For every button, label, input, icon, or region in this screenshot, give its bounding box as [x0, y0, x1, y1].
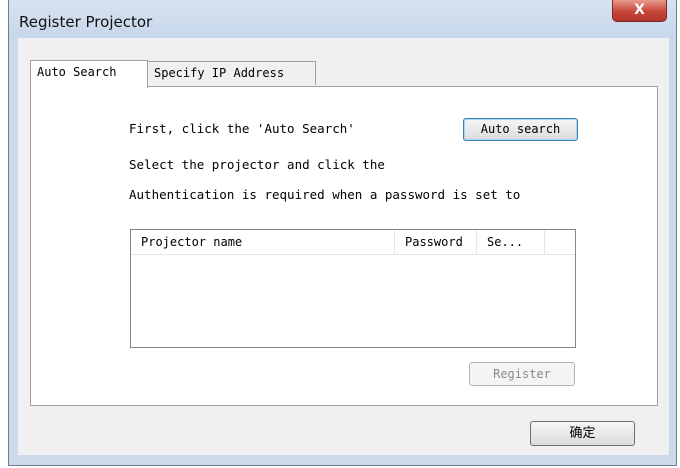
- desktop-edge: [0, 0, 8, 468]
- tab-auto-search-label: Auto Search: [37, 65, 117, 79]
- auto-search-button[interactable]: Auto search: [463, 118, 578, 141]
- close-button[interactable]: X: [612, 0, 667, 22]
- instruction-authentication: Authentication is required when a passwo…: [129, 187, 521, 202]
- column-header-se[interactable]: Se...: [477, 230, 545, 254]
- window-title: Register Projector: [19, 13, 153, 31]
- instruction-select-projector: Select the projector and click the: [129, 157, 385, 172]
- register-button[interactable]: Register: [469, 362, 575, 386]
- ok-button[interactable]: 确定: [530, 421, 635, 446]
- title-bar[interactable]: Register Projector X: [9, 0, 676, 38]
- tab-auto-search[interactable]: Auto Search: [30, 60, 148, 88]
- close-icon: X: [634, 2, 645, 18]
- instruction-auto-search: First, click the 'Auto Search': [129, 121, 355, 136]
- dialog-client-area: Auto Search Specify IP Address First, cl…: [18, 38, 669, 455]
- column-header-password[interactable]: Password: [395, 230, 477, 254]
- projector-list[interactable]: Projector name Password Se...: [130, 229, 576, 348]
- tab-specify-ip-address[interactable]: Specify IP Address: [147, 61, 316, 85]
- column-header-projector-name[interactable]: Projector name: [131, 230, 395, 254]
- register-projector-dialog: Register Projector X Auto Search Specify…: [8, 0, 677, 466]
- tab-specify-ip-label: Specify IP Address: [154, 66, 285, 80]
- auto-search-panel: First, click the 'Auto Search' Auto sear…: [30, 86, 658, 406]
- projector-list-header: Projector name Password Se...: [131, 230, 575, 255]
